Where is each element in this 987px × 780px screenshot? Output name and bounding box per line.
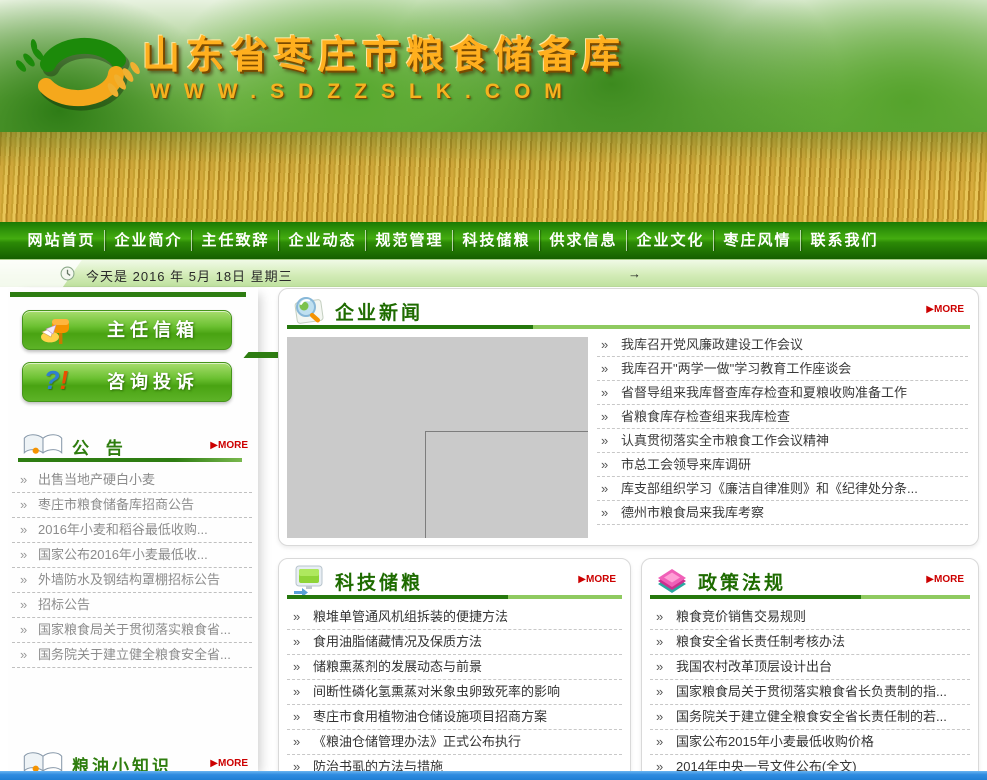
policy-underline	[650, 595, 970, 599]
question-exclaim-icon: ?!	[39, 365, 73, 399]
more-arrow-icon: ▶	[926, 574, 934, 585]
page: 山东省枣庄市粮食储备库 WWW.SDZZSLK.COM 网站首页 企业简介 主任…	[0, 0, 987, 780]
policy-item[interactable]: »我国农村改革顶层设计出台	[650, 655, 970, 680]
nav-item-company-profile[interactable]: 企业简介	[105, 222, 192, 259]
header-banner: 山东省枣庄市粮食储备库 WWW.SDZZSLK.COM	[0, 0, 987, 222]
director-mailbox-button[interactable]: 主任信箱	[22, 310, 232, 350]
policy-item[interactable]: »粮食竞价销售交易规则	[650, 605, 970, 630]
more-arrow-icon: ▶	[578, 574, 586, 585]
sidebar-top-bar	[10, 292, 246, 297]
placeholder-line	[425, 431, 426, 538]
notice-item[interactable]: »国家粮食局关于贯彻落实粮食省...	[12, 618, 252, 643]
wheat-field-image	[0, 132, 987, 222]
open-book-icon	[22, 432, 64, 459]
notice-item[interactable]: »出售当地产硬白小麦	[12, 468, 252, 493]
clock-icon	[60, 266, 75, 281]
mailbox-icon	[39, 313, 73, 347]
sidebar: 主任信箱 ?! 咨询投诉 公 告 ▶MORE »出售当地产硬白小麦 »枣庄市粮食…	[8, 288, 258, 780]
news-more-link[interactable]: ▶MORE	[926, 304, 964, 315]
tech-item[interactable]: »枣庄市食用植物油仓储设施项目招商方案	[287, 705, 622, 730]
tech-more-link[interactable]: ▶MORE	[578, 574, 616, 585]
notice-more-link[interactable]: ▶MORE	[210, 440, 248, 451]
monitor-icon	[291, 564, 327, 596]
news-item[interactable]: »省粮食库存检查组来我库检查	[597, 405, 968, 429]
site-url: WWW.SDZZSLK.COM	[150, 80, 576, 104]
news-list: »我库召开党风廉政建设工作会议 »我库召开"两学一做"学习教育工作座谈会 »省督…	[597, 333, 968, 525]
more-arrow-icon: ▶	[210, 440, 218, 451]
more-arrow-icon: ▶	[210, 758, 218, 769]
notice-underline	[18, 458, 242, 462]
consult-complaint-button[interactable]: ?! 咨询投诉	[22, 362, 232, 402]
policy-book-icon	[654, 564, 690, 596]
bottom-blue-bar	[0, 771, 987, 780]
nav-item-home[interactable]: 网站首页	[18, 222, 105, 259]
nav-item-company-culture[interactable]: 企业文化	[627, 222, 714, 259]
policy-more-link[interactable]: ▶MORE	[926, 574, 964, 585]
notice-item[interactable]: »2016年小麦和稻谷最低收购...	[12, 518, 252, 543]
date-bar: 今天是 2016 年 5月 18日 星期三 →	[0, 259, 987, 287]
tech-storage-panel: 科技储粮 ▶MORE »粮堆单管通风机组拆装的便捷方法 »食用油脂储藏情况及保质…	[278, 558, 631, 780]
nav-item-director-speech[interactable]: 主任致辞	[192, 222, 279, 259]
tech-underline	[287, 595, 622, 599]
director-mailbox-label: 主任信箱	[107, 311, 199, 349]
notice-item[interactable]: »国务院关于建立健全粮食安全省...	[12, 643, 252, 668]
policy-panel: 政策法规 ▶MORE »粮食竞价销售交易规则 »粮食安全省长责任制考核办法 »我…	[641, 558, 979, 780]
tech-item[interactable]: »《粮油仓储管理办法》正式公布执行	[287, 730, 622, 755]
grain-knowledge-more-link[interactable]: ▶MORE	[210, 758, 248, 769]
nav-item-tech-storage[interactable]: 科技储粮	[453, 222, 540, 259]
policy-item[interactable]: »国务院关于建立健全粮食安全省长责任制的若...	[650, 705, 970, 730]
current-date-text: 今天是 2016 年 5月 18日 星期三	[86, 266, 293, 285]
tech-list: »粮堆单管通风机组拆装的便捷方法 »食用油脂储藏情况及保质方法 »储粮熏蒸剂的发…	[287, 605, 622, 780]
news-underline	[287, 325, 970, 329]
consult-complaint-label: 咨询投诉	[107, 363, 199, 401]
policy-list: »粮食竞价销售交易规则 »粮食安全省长责任制考核办法 »我国农村改革顶层设计出台…	[650, 605, 970, 780]
tech-item[interactable]: »粮堆单管通风机组拆装的便捷方法	[287, 605, 622, 630]
nav-item-standard-management[interactable]: 规范管理	[366, 222, 453, 259]
news-item[interactable]: »德州市粮食局来我库考察	[597, 501, 968, 525]
notice-item[interactable]: »外墙防水及钢结构罩棚招标公告	[12, 568, 252, 593]
more-arrow-icon: ▶	[926, 304, 934, 315]
news-item[interactable]: »认真贯彻落实全市粮食工作会议精神	[597, 429, 968, 453]
policy-item[interactable]: »粮食安全省长责任制考核办法	[650, 630, 970, 655]
grain-logo-icon	[16, 20, 146, 118]
nav-item-contact[interactable]: 联系我们	[801, 222, 888, 259]
tech-item[interactable]: »储粮熏蒸剂的发展动态与前景	[287, 655, 622, 680]
news-item[interactable]: »我库召开"两学一做"学习教育工作座谈会	[597, 357, 968, 381]
news-item[interactable]: »省督导组来我库督查库存检查和夏粮收购准备工作	[597, 381, 968, 405]
policy-item[interactable]: »国家粮食局关于贯彻落实粮食省长负责制的指...	[650, 680, 970, 705]
policy-title: 政策法规	[698, 568, 786, 595]
policy-item[interactable]: »国家公布2015年小麦最低收购价格	[650, 730, 970, 755]
tech-title: 科技储粮	[335, 568, 423, 595]
news-image-placeholder[interactable]	[287, 337, 588, 538]
notice-section-header: 公 告 ▶MORE	[8, 430, 258, 460]
nav-item-supply-demand[interactable]: 供求信息	[540, 222, 627, 259]
notice-item[interactable]: »枣庄市粮食储备库招商公告	[12, 493, 252, 518]
site-title: 山东省枣庄市粮食储备库	[142, 24, 626, 79]
news-title: 企业新闻	[335, 298, 423, 325]
notice-list: »出售当地产硬白小麦 »枣庄市粮食储备库招商公告 »2016年小麦和稻谷最低收购…	[12, 468, 252, 668]
tech-item[interactable]: »间断性磷化氢熏蒸对米象虫卵致死率的影响	[287, 680, 622, 705]
main-nav: 网站首页 企业简介 主任致辞 企业动态 规范管理 科技储粮 供求信息 企业文化 …	[0, 222, 987, 259]
tech-item[interactable]: »食用油脂储藏情况及保质方法	[287, 630, 622, 655]
news-item[interactable]: »库支部组织学习《廉洁自律准则》和《纪律处分条...	[597, 477, 968, 501]
magnifier-news-icon	[291, 294, 327, 326]
notice-item[interactable]: »国家公布2016年小麦最低收...	[12, 543, 252, 568]
news-item[interactable]: »我库召开党风廉政建设工作会议	[597, 333, 968, 357]
notice-item[interactable]: »招标公告	[12, 593, 252, 618]
nav-item-company-news[interactable]: 企业动态	[279, 222, 366, 259]
news-panel: 企业新闻 ▶MORE »我库召开党风廉政建设工作会议 »我库召开"两学一做"学习…	[278, 288, 979, 546]
marquee-arrow-icon: →	[628, 266, 641, 281]
nav-item-zaozhuang-charm[interactable]: 枣庄风情	[714, 222, 801, 259]
notice-title: 公 告	[72, 434, 129, 459]
news-item[interactable]: »市总工会领导来库调研	[597, 453, 968, 477]
placeholder-line	[425, 431, 588, 432]
